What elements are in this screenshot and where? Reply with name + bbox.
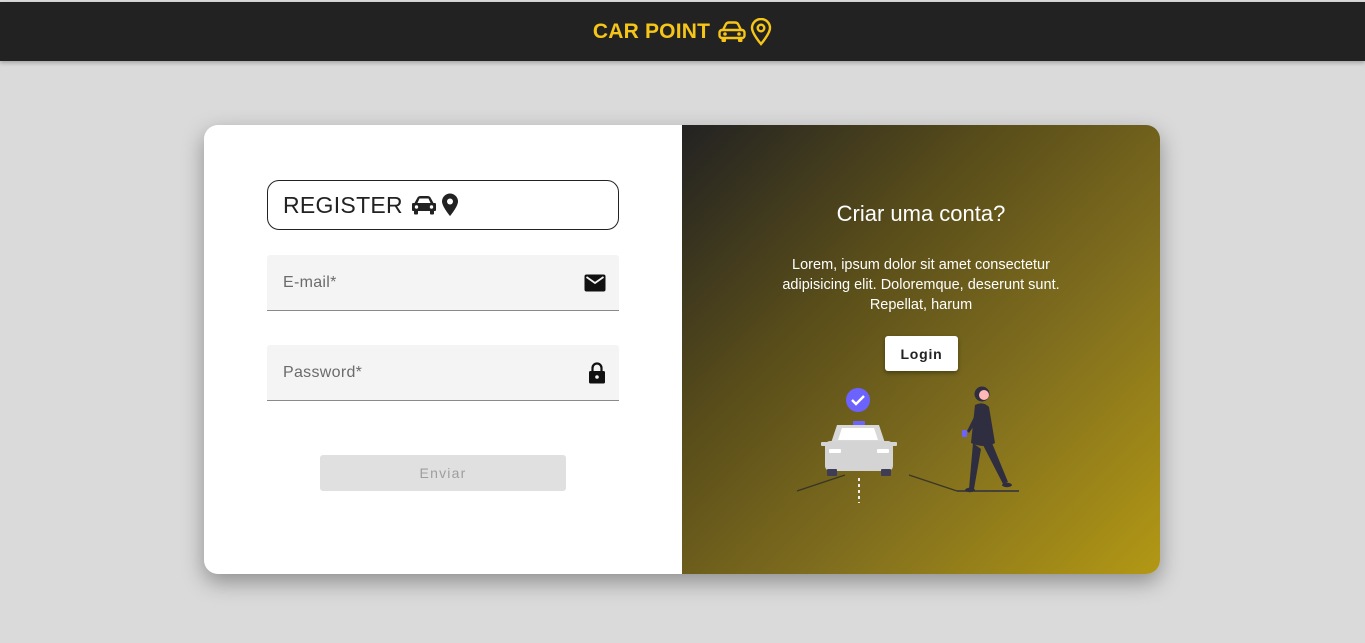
email-field[interactable]	[267, 255, 619, 311]
register-title-box: REGISTER	[267, 180, 619, 230]
promo-heading: Criar uma conta?	[836, 201, 1006, 226]
map-pin-icon	[441, 193, 459, 217]
map-pin-outline-icon	[750, 17, 772, 46]
mail-icon	[584, 274, 606, 292]
brand-title: CAR POINT	[592, 19, 711, 43]
car-icon	[718, 20, 746, 43]
register-title: REGISTER	[283, 191, 403, 218]
register-panel: REGISTER E-mail* Enviar	[204, 125, 682, 574]
email-input[interactable]	[283, 273, 563, 292]
lock-icon	[588, 361, 606, 384]
brand-logo[interactable]: CAR POINT	[592, 17, 772, 46]
login-button[interactable]: Login	[885, 336, 958, 371]
car-and-person-illustration	[796, 383, 1047, 513]
login-promo-panel: Criar uma conta? Lorem, ipsum dolor sit …	[682, 125, 1160, 574]
auth-card: REGISTER E-mail* Enviar Criar uma conta?…	[204, 125, 1160, 574]
password-field[interactable]	[267, 345, 619, 401]
promo-text: Lorem, ipsum dolor sit amet consectetur …	[782, 257, 1060, 313]
submit-button[interactable]: Enviar	[320, 455, 566, 491]
top-app-bar: CAR POINT	[0, 2, 1365, 61]
car-icon	[411, 195, 437, 215]
password-input[interactable]	[283, 363, 563, 382]
